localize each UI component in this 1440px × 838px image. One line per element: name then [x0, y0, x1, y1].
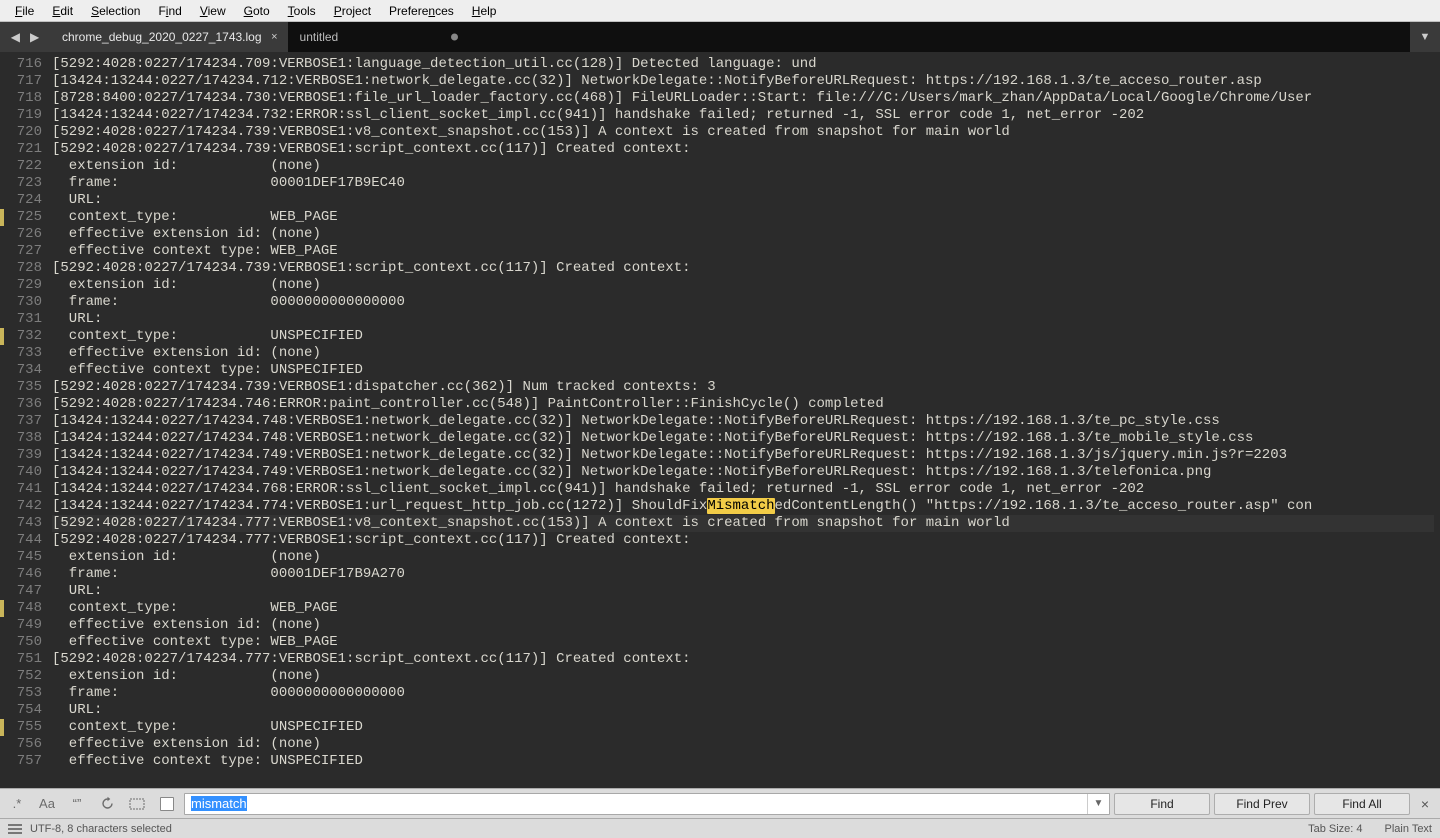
- status-bar: UTF-8, 8 characters selected Tab Size: 4…: [0, 818, 1440, 838]
- close-find-icon[interactable]: ×: [1414, 796, 1436, 812]
- wrap-toggle[interactable]: [94, 793, 120, 815]
- menu-find[interactable]: Find: [149, 2, 190, 20]
- find-bar: .* Aa “” ▼ Find Find Prev Find All ×: [0, 788, 1440, 818]
- tab-nav: ◀ ▶: [0, 22, 50, 52]
- code-area[interactable]: [5292:4028:0227/174234.709:VERBOSE1:lang…: [52, 52, 1434, 788]
- search-field-wrap: ▼: [184, 793, 1110, 815]
- line-number-gutter: 7167177187197207217227237247257267277287…: [0, 52, 52, 788]
- status-tab-size[interactable]: Tab Size: 4: [1308, 823, 1362, 835]
- tab-chrome-debug-log[interactable]: chrome_debug_2020_0227_1743.log ×: [50, 22, 288, 52]
- case-sensitive-toggle[interactable]: Aa: [34, 793, 60, 815]
- menu-bar: File Edit Selection Find View Goto Tools…: [0, 0, 1440, 22]
- find-button[interactable]: Find: [1114, 793, 1210, 815]
- menu-view[interactable]: View: [191, 2, 235, 20]
- menu-file[interactable]: File: [6, 2, 43, 20]
- wrap-icon: [100, 796, 115, 811]
- tab-label: chrome_debug_2020_0227_1743.log: [62, 30, 262, 44]
- menu-goto[interactable]: Goto: [235, 2, 279, 20]
- editor[interactable]: 7167177187197207217227237247257267277287…: [0, 52, 1440, 788]
- tab-prev-icon[interactable]: ◀: [11, 30, 20, 44]
- status-syntax[interactable]: Plain Text: [1385, 823, 1433, 835]
- menu-edit[interactable]: Edit: [43, 2, 82, 20]
- tab-bar: ◀ ▶ chrome_debug_2020_0227_1743.log × un…: [0, 22, 1440, 52]
- search-match-highlight: Mismatch: [707, 498, 774, 514]
- menu-project[interactable]: Project: [325, 2, 380, 20]
- tab-untitled[interactable]: untitled: [288, 22, 468, 52]
- highlight-matches-toggle[interactable]: [154, 793, 180, 815]
- tab-next-icon[interactable]: ▶: [30, 30, 39, 44]
- find-prev-button[interactable]: Find Prev: [1214, 793, 1310, 815]
- menu-icon[interactable]: [8, 824, 22, 834]
- whole-word-toggle[interactable]: “”: [64, 793, 90, 815]
- tab-overflow-button[interactable]: ▼: [1410, 22, 1440, 52]
- find-all-button[interactable]: Find All: [1314, 793, 1410, 815]
- dirty-indicator-icon: [451, 34, 458, 41]
- in-selection-icon: [129, 798, 145, 810]
- close-icon[interactable]: ×: [271, 31, 277, 43]
- search-history-dropdown[interactable]: ▼: [1087, 794, 1109, 814]
- tab-label: untitled: [300, 30, 339, 44]
- menu-preferences[interactable]: Preferences: [380, 2, 463, 20]
- minimap[interactable]: [1434, 52, 1440, 788]
- menu-selection[interactable]: Selection: [82, 2, 149, 20]
- search-input[interactable]: [185, 796, 1087, 811]
- status-encoding[interactable]: UTF-8, 8 characters selected: [30, 823, 172, 835]
- menu-help[interactable]: Help: [463, 2, 506, 20]
- in-selection-toggle[interactable]: [124, 793, 150, 815]
- regex-toggle[interactable]: .*: [4, 793, 30, 815]
- menu-tools[interactable]: Tools: [279, 2, 325, 20]
